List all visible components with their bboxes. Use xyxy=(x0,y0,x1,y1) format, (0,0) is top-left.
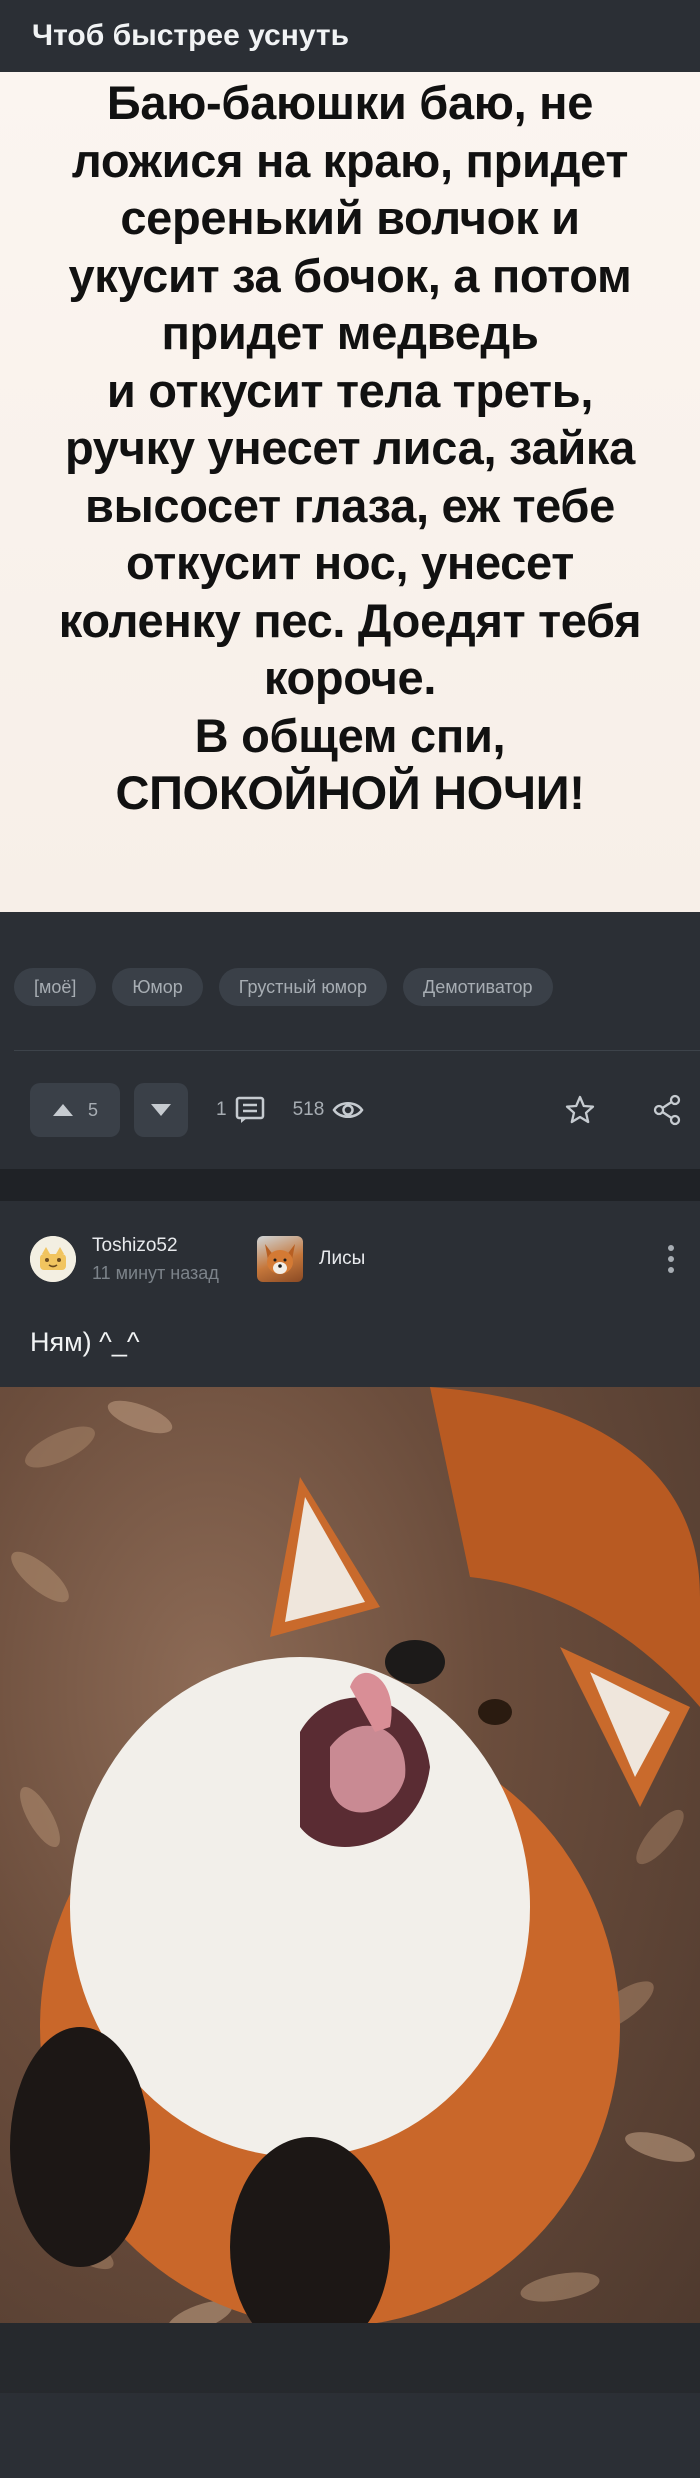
comment-icon xyxy=(235,1096,264,1123)
meme-line: коленку пес. Доедят тебя xyxy=(58,593,642,647)
avatar-image-icon xyxy=(30,1236,76,1282)
photo-bottom-band xyxy=(0,2323,700,2393)
meme-line: Баю-баюшки баю, не xyxy=(106,76,594,129)
post-title[interactable]: Чтоб быстрее уснуть xyxy=(0,0,700,72)
community-name: Лисы xyxy=(319,1248,366,1269)
tag-chip[interactable]: Юмор xyxy=(112,968,203,1006)
community-avatar xyxy=(257,1236,303,1282)
views-count: 518 xyxy=(292,1099,325,1120)
kebab-menu-icon[interactable] xyxy=(666,1245,676,1273)
tag-chip[interactable]: Грустный юмор xyxy=(218,968,388,1006)
eye-icon xyxy=(332,1102,364,1118)
tag-list: [моё] Юмор Грустный юмор Демотиватор xyxy=(0,912,700,1050)
meme-line: серенький волчок и xyxy=(120,191,580,244)
meme-line: СПОКОЙНОЙ НОЧИ! xyxy=(115,766,585,819)
post-header: Toshizo52 11 минут назад Лисы xyxy=(0,1201,700,1317)
fox-photo-illustration xyxy=(10,1387,700,2357)
meme-line: высосет глаза, еж тебе xyxy=(85,478,615,532)
post-actions-bar: 5 1 518 xyxy=(0,1051,700,1169)
avatar[interactable] xyxy=(30,1236,76,1282)
author-block: Toshizo52 11 минут назад xyxy=(92,1235,219,1284)
meme-line: ложися на краю, придет xyxy=(71,133,629,187)
meme-line: укусит за бочок, а потом xyxy=(68,248,632,302)
meme-line: и откусит тела треть, xyxy=(106,363,594,417)
tag-chip[interactable]: [моё] xyxy=(14,968,97,1006)
post-time: 11 минут назад xyxy=(92,1262,219,1283)
post-image-meme[interactable]: Баю-баюшки баю, не ложися на краю, приде… xyxy=(0,72,700,912)
triangle-down-icon xyxy=(151,1104,171,1116)
community-link[interactable]: Лисы xyxy=(257,1236,365,1282)
meme-line: откусит нос, унесет xyxy=(126,536,574,589)
fox-icon xyxy=(265,1244,295,1274)
views-stat: 518 xyxy=(293,1099,365,1121)
comments-count: 1 xyxy=(216,1099,227,1120)
star-icon[interactable] xyxy=(564,1094,596,1126)
meme-text: Баю-баюшки баю, не ложися на краю, приде… xyxy=(59,74,642,822)
downvote-button[interactable] xyxy=(134,1083,188,1137)
rating-count: 5 xyxy=(87,1099,98,1120)
upvote-button[interactable]: 5 xyxy=(30,1083,120,1137)
author-name[interactable]: Toshizo52 xyxy=(92,1235,219,1257)
meme-line: ручку унесет лиса, зайка xyxy=(65,421,635,474)
share-icon[interactable] xyxy=(652,1094,682,1126)
meme-line: В общем спи, xyxy=(194,708,506,762)
comments-button[interactable]: 1 xyxy=(216,1096,265,1124)
triangle-up-icon xyxy=(52,1104,73,1116)
feed-page: Чтоб быстрее уснуть Баю-баюшки баю, не л… xyxy=(0,0,700,2478)
post-text: Ням) ^_^ xyxy=(30,1327,140,1357)
tag-chip[interactable]: Демотиватор xyxy=(403,968,553,1006)
actions-right xyxy=(564,1051,682,1169)
meme-line: придет медведь xyxy=(161,306,539,359)
post-image-photo[interactable] xyxy=(0,1387,700,2393)
post-separator xyxy=(0,1169,700,1201)
meme-line: короче. xyxy=(263,651,437,704)
